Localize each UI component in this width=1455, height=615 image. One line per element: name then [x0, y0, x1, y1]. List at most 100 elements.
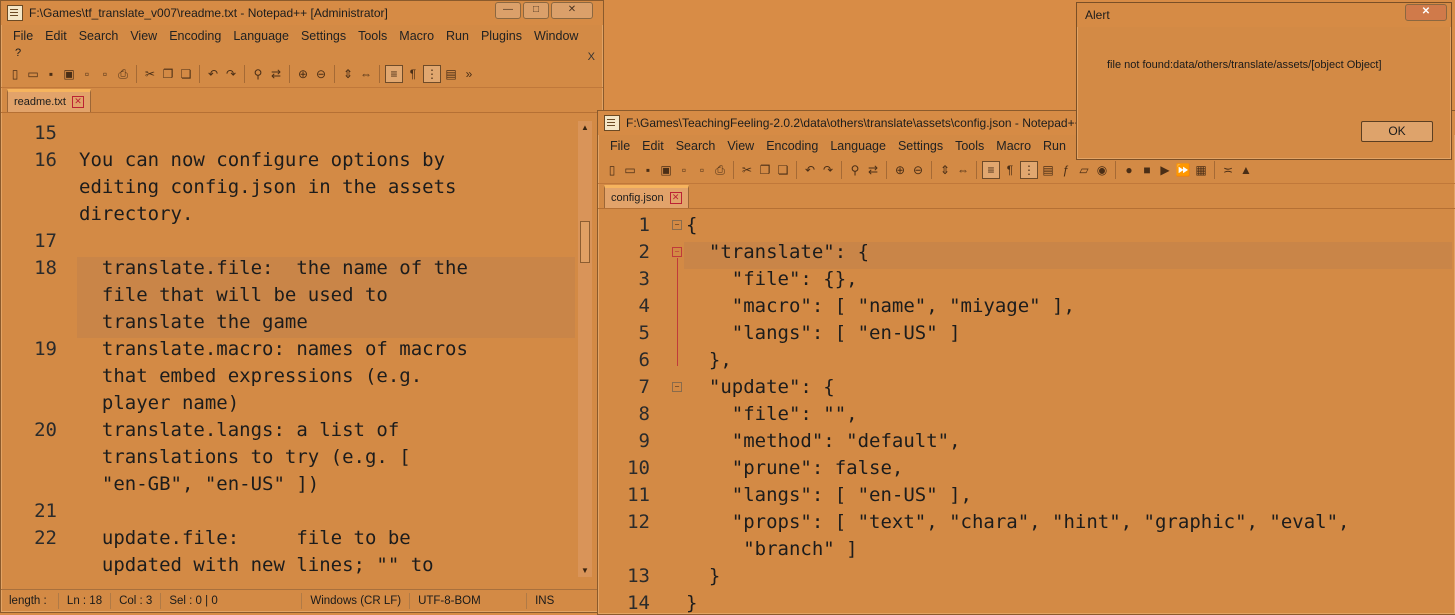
menu-run[interactable]: Run [1037, 139, 1072, 153]
monitor-icon[interactable]: ◉ [1094, 162, 1110, 178]
paste-icon[interactable]: ❏ [775, 162, 791, 178]
menu-file[interactable]: File [604, 139, 636, 153]
show-all-chars-icon[interactable]: ¶ [405, 66, 421, 82]
menu-tools[interactable]: Tools [949, 139, 990, 153]
collapse-icon[interactable]: ≍ [1220, 162, 1236, 178]
scroll-up-icon[interactable]: ▲ [581, 123, 589, 132]
show-all-chars-icon[interactable]: ¶ [1002, 162, 1018, 178]
menu-plugins[interactable]: Plugins [475, 29, 528, 43]
close-icon[interactable]: ▫ [79, 66, 95, 82]
doc-map-icon[interactable]: ▤ [443, 66, 459, 82]
scroll-down-icon[interactable]: ▼ [581, 566, 589, 575]
tab-close-icon[interactable]: ✕ [669, 192, 682, 204]
menu-search[interactable]: Search [670, 139, 722, 153]
scrollbar-thumb[interactable] [580, 221, 590, 263]
redo-icon[interactable]: ↷ [820, 162, 836, 178]
word-wrap-icon[interactable]: ≡ [982, 161, 1000, 179]
menu-encoding[interactable]: Encoding [163, 29, 227, 43]
maximize-button[interactable]: □ [523, 2, 549, 19]
alert-close-button[interactable]: ✕ [1405, 4, 1447, 21]
print-icon[interactable]: ⎙ [712, 162, 728, 178]
close-button[interactable]: ✕ [551, 2, 593, 19]
sync-horizontal-icon[interactable]: ⇔ [358, 66, 374, 82]
menu-encoding[interactable]: Encoding [760, 139, 824, 153]
ok-button[interactable]: OK [1361, 121, 1433, 142]
indent-guide-icon[interactable]: ⋮ [1020, 161, 1038, 179]
open-file-icon[interactable]: ▭ [622, 162, 638, 178]
word-wrap-icon[interactable]: ≡ [385, 65, 403, 83]
copy-icon[interactable]: ❐ [757, 162, 773, 178]
menu-search[interactable]: Search [73, 29, 125, 43]
menu-language[interactable]: Language [824, 139, 892, 153]
save-all-icon[interactable]: ▣ [658, 162, 674, 178]
zoom-out-icon[interactable]: ⊖ [313, 66, 329, 82]
menu-window[interactable]: Window [528, 29, 584, 43]
undo-icon[interactable]: ↶ [802, 162, 818, 178]
menu-help[interactable]: ? [1, 47, 603, 61]
run-macro-multiple-icon[interactable]: ⏩ [1175, 162, 1191, 178]
copy-icon[interactable]: ❐ [160, 66, 176, 82]
fold-toggle-icon[interactable]: − [672, 247, 682, 257]
tab-readme[interactable]: readme.txt ✕ [7, 89, 91, 112]
print-icon[interactable]: ⎙ [115, 66, 131, 82]
menu-view[interactable]: View [721, 139, 760, 153]
tab-close-icon[interactable]: ✕ [71, 96, 84, 108]
cut-icon[interactable]: ✂ [739, 162, 755, 178]
zoom-in-icon[interactable]: ⊕ [892, 162, 908, 178]
zoom-in-icon[interactable]: ⊕ [295, 66, 311, 82]
text-editor[interactable]: 15 16 You can now configure options by edit… [13, 121, 577, 577]
save-icon[interactable]: ▪ [43, 66, 59, 82]
find-icon[interactable]: ⚲ [847, 162, 863, 178]
menu-file[interactable]: File [7, 29, 39, 43]
doc-map-icon[interactable]: ▤ [1040, 162, 1056, 178]
menu-language[interactable]: Language [227, 29, 295, 43]
stop-macro-icon[interactable]: ■ [1139, 162, 1155, 178]
menu-run[interactable]: Run [440, 29, 475, 43]
code-line: "macro": [ "name", "miyage" ], [686, 295, 1075, 317]
close-all-icon[interactable]: ▫ [97, 66, 113, 82]
function-list-icon[interactable]: ƒ [1058, 162, 1074, 178]
sync-horizontal-icon[interactable]: ⇔ [955, 162, 971, 178]
paste-icon[interactable]: ❏ [178, 66, 194, 82]
save-macro-icon[interactable]: ▦ [1193, 162, 1209, 178]
new-file-icon[interactable]: ▯ [7, 66, 23, 82]
fold-toggle-icon[interactable]: − [672, 220, 682, 230]
menu-edit[interactable]: Edit [636, 139, 670, 153]
record-macro-icon[interactable]: ● [1121, 162, 1137, 178]
expand-icon[interactable]: ▲ [1238, 162, 1254, 178]
tab-config[interactable]: config.json ✕ [604, 185, 689, 208]
menu-close-button[interactable]: X [588, 51, 595, 63]
replace-icon[interactable]: ⇄ [268, 66, 284, 82]
more-tools-icon[interactable]: » [461, 66, 477, 82]
zoom-out-icon[interactable]: ⊖ [910, 162, 926, 178]
play-macro-icon[interactable]: ▶ [1157, 162, 1173, 178]
save-icon[interactable]: ▪ [640, 162, 656, 178]
close-icon[interactable]: ▫ [676, 162, 692, 178]
menu-tools[interactable]: Tools [352, 29, 393, 43]
folder-workspace-icon[interactable]: ▱ [1076, 162, 1092, 178]
close-all-icon[interactable]: ▫ [694, 162, 710, 178]
menu-macro[interactable]: Macro [990, 139, 1037, 153]
redo-icon[interactable]: ↷ [223, 66, 239, 82]
vertical-scrollbar[interactable]: ▲ ▼ [578, 121, 592, 577]
text-editor[interactable]: 1−{2− "translate": {3 "file": {}, 4 "macr… [606, 213, 1453, 614]
menu-view[interactable]: View [124, 29, 163, 43]
save-all-icon[interactable]: ▣ [61, 66, 77, 82]
title-bar[interactable]: F:\Games\tf_translate_v007\readme.txt - … [1, 1, 603, 25]
alert-title-bar[interactable]: Alert ✕ [1077, 3, 1451, 27]
open-file-icon[interactable]: ▭ [25, 66, 41, 82]
menu-macro[interactable]: Macro [393, 29, 440, 43]
menu-edit[interactable]: Edit [39, 29, 73, 43]
sync-vertical-icon[interactable]: ⇕ [937, 162, 953, 178]
indent-guide-icon[interactable]: ⋮ [423, 65, 441, 83]
minimize-button[interactable]: — [495, 2, 521, 19]
undo-icon[interactable]: ↶ [205, 66, 221, 82]
replace-icon[interactable]: ⇄ [865, 162, 881, 178]
menu-settings[interactable]: Settings [892, 139, 949, 153]
menu-settings[interactable]: Settings [295, 29, 352, 43]
find-icon[interactable]: ⚲ [250, 66, 266, 82]
fold-toggle-icon[interactable]: − [672, 382, 682, 392]
new-file-icon[interactable]: ▯ [604, 162, 620, 178]
sync-vertical-icon[interactable]: ⇕ [340, 66, 356, 82]
cut-icon[interactable]: ✂ [142, 66, 158, 82]
